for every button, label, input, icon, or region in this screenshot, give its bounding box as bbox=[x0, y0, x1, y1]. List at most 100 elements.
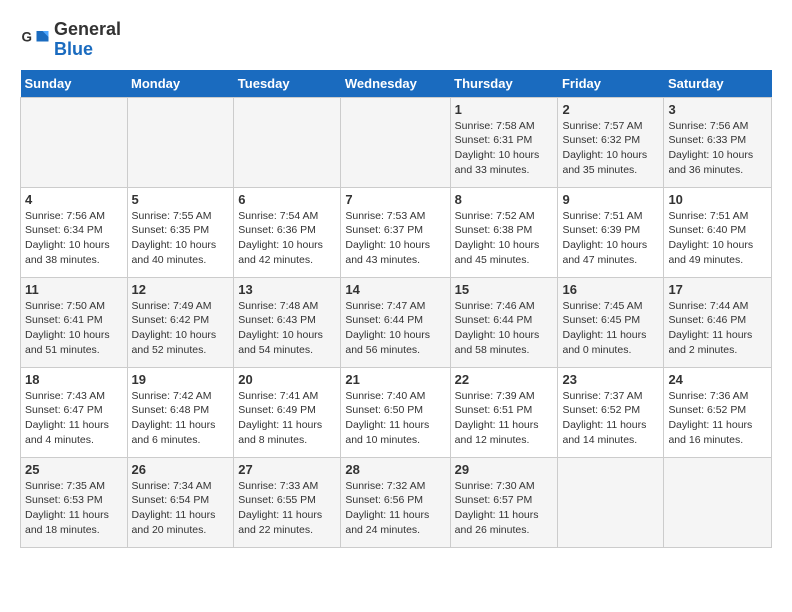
calendar-cell: 21 Sunrise: 7:40 AM Sunset: 6:50 PM Dayli… bbox=[341, 367, 450, 457]
week-row-4: 18 Sunrise: 7:43 AM Sunset: 6:47 PM Dayli… bbox=[21, 367, 772, 457]
day-info: Sunrise: 7:57 AM Sunset: 6:32 PM Dayligh… bbox=[562, 119, 659, 178]
day-number: 6 bbox=[238, 192, 336, 207]
logo-icon: G bbox=[20, 25, 50, 55]
day-info: Sunrise: 7:46 AM Sunset: 6:44 PM Dayligh… bbox=[455, 299, 554, 358]
day-info: Sunrise: 7:51 AM Sunset: 6:39 PM Dayligh… bbox=[562, 209, 659, 268]
calendar-cell: 15 Sunrise: 7:46 AM Sunset: 6:44 PM Dayli… bbox=[450, 277, 558, 367]
col-header-monday: Monday bbox=[127, 70, 234, 98]
day-number: 18 bbox=[25, 372, 123, 387]
day-info: Sunrise: 7:53 AM Sunset: 6:37 PM Dayligh… bbox=[345, 209, 445, 268]
calendar-cell: 9 Sunrise: 7:51 AM Sunset: 6:39 PM Daylig… bbox=[558, 187, 664, 277]
day-number: 5 bbox=[132, 192, 230, 207]
logo: G General Blue bbox=[20, 20, 121, 60]
day-info: Sunrise: 7:33 AM Sunset: 6:55 PM Dayligh… bbox=[238, 479, 336, 538]
calendar-cell: 13 Sunrise: 7:48 AM Sunset: 6:43 PM Dayli… bbox=[234, 277, 341, 367]
col-header-wednesday: Wednesday bbox=[341, 70, 450, 98]
day-info: Sunrise: 7:51 AM Sunset: 6:40 PM Dayligh… bbox=[668, 209, 767, 268]
calendar-cell: 10 Sunrise: 7:51 AM Sunset: 6:40 PM Dayli… bbox=[664, 187, 772, 277]
page-header: G General Blue bbox=[20, 20, 772, 60]
col-header-thursday: Thursday bbox=[450, 70, 558, 98]
day-info: Sunrise: 7:39 AM Sunset: 6:51 PM Dayligh… bbox=[455, 389, 554, 448]
calendar-cell: 17Sunrise: 7:44 AM Sunset: 6:46 PM Dayli… bbox=[664, 277, 772, 367]
calendar-cell: 23 Sunrise: 7:37 AM Sunset: 6:52 PM Dayli… bbox=[558, 367, 664, 457]
day-number: 19 bbox=[132, 372, 230, 387]
calendar-cell bbox=[234, 97, 341, 187]
day-info: Sunrise: 7:56 AM Sunset: 6:33 PM Dayligh… bbox=[668, 119, 767, 178]
col-header-sunday: Sunday bbox=[21, 70, 128, 98]
day-info: Sunrise: 7:34 AM Sunset: 6:54 PM Dayligh… bbox=[132, 479, 230, 538]
day-number: 1 bbox=[455, 102, 554, 117]
day-number: 16 bbox=[562, 282, 659, 297]
day-info: Sunrise: 7:43 AM Sunset: 6:47 PM Dayligh… bbox=[25, 389, 123, 448]
day-info: Sunrise: 7:36 AM Sunset: 6:52 PM Dayligh… bbox=[668, 389, 767, 448]
calendar-cell bbox=[127, 97, 234, 187]
day-number: 21 bbox=[345, 372, 445, 387]
day-number: 8 bbox=[455, 192, 554, 207]
day-number: 26 bbox=[132, 462, 230, 477]
day-info: Sunrise: 7:55 AM Sunset: 6:35 PM Dayligh… bbox=[132, 209, 230, 268]
col-header-tuesday: Tuesday bbox=[234, 70, 341, 98]
day-number: 22 bbox=[455, 372, 554, 387]
svg-text:G: G bbox=[22, 29, 33, 44]
calendar-cell: 5 Sunrise: 7:55 AM Sunset: 6:35 PM Daylig… bbox=[127, 187, 234, 277]
col-header-saturday: Saturday bbox=[664, 70, 772, 98]
calendar-cell: 18 Sunrise: 7:43 AM Sunset: 6:47 PM Dayli… bbox=[21, 367, 128, 457]
calendar-cell: 8 Sunrise: 7:52 AM Sunset: 6:38 PM Daylig… bbox=[450, 187, 558, 277]
day-info: Sunrise: 7:56 AM Sunset: 6:34 PM Dayligh… bbox=[25, 209, 123, 268]
day-number: 12 bbox=[132, 282, 230, 297]
day-number: 25 bbox=[25, 462, 123, 477]
calendar-cell: 7 Sunrise: 7:53 AM Sunset: 6:37 PM Daylig… bbox=[341, 187, 450, 277]
calendar-cell: 11Sunrise: 7:50 AM Sunset: 6:41 PM Dayli… bbox=[21, 277, 128, 367]
day-number: 20 bbox=[238, 372, 336, 387]
day-info: Sunrise: 7:52 AM Sunset: 6:38 PM Dayligh… bbox=[455, 209, 554, 268]
day-number: 29 bbox=[455, 462, 554, 477]
calendar-cell: 16 Sunrise: 7:45 AM Sunset: 6:45 PM Dayli… bbox=[558, 277, 664, 367]
col-header-friday: Friday bbox=[558, 70, 664, 98]
week-row-3: 11Sunrise: 7:50 AM Sunset: 6:41 PM Dayli… bbox=[21, 277, 772, 367]
calendar-cell: 28Sunrise: 7:32 AM Sunset: 6:56 PM Dayli… bbox=[341, 457, 450, 547]
calendar-cell: 14 Sunrise: 7:47 AM Sunset: 6:44 PM Dayli… bbox=[341, 277, 450, 367]
calendar-cell: 2 Sunrise: 7:57 AM Sunset: 6:32 PM Daylig… bbox=[558, 97, 664, 187]
day-number: 9 bbox=[562, 192, 659, 207]
calendar-cell: 1 Sunrise: 7:58 AM Sunset: 6:31 PM Daylig… bbox=[450, 97, 558, 187]
day-number: 24 bbox=[668, 372, 767, 387]
day-info: Sunrise: 7:58 AM Sunset: 6:31 PM Dayligh… bbox=[455, 119, 554, 178]
day-info: Sunrise: 7:35 AM Sunset: 6:53 PM Dayligh… bbox=[25, 479, 123, 538]
day-number: 14 bbox=[345, 282, 445, 297]
day-number: 27 bbox=[238, 462, 336, 477]
day-number: 4 bbox=[25, 192, 123, 207]
day-info: Sunrise: 7:44 AM Sunset: 6:46 PM Dayligh… bbox=[668, 299, 767, 358]
day-info: Sunrise: 7:42 AM Sunset: 6:48 PM Dayligh… bbox=[132, 389, 230, 448]
day-number: 2 bbox=[562, 102, 659, 117]
week-row-1: 1 Sunrise: 7:58 AM Sunset: 6:31 PM Daylig… bbox=[21, 97, 772, 187]
calendar-cell bbox=[664, 457, 772, 547]
day-info: Sunrise: 7:45 AM Sunset: 6:45 PM Dayligh… bbox=[562, 299, 659, 358]
day-info: Sunrise: 7:48 AM Sunset: 6:43 PM Dayligh… bbox=[238, 299, 336, 358]
day-info: Sunrise: 7:47 AM Sunset: 6:44 PM Dayligh… bbox=[345, 299, 445, 358]
day-number: 15 bbox=[455, 282, 554, 297]
day-info: Sunrise: 7:40 AM Sunset: 6:50 PM Dayligh… bbox=[345, 389, 445, 448]
day-info: Sunrise: 7:49 AM Sunset: 6:42 PM Dayligh… bbox=[132, 299, 230, 358]
day-info: Sunrise: 7:50 AM Sunset: 6:41 PM Dayligh… bbox=[25, 299, 123, 358]
calendar-cell: 24 Sunrise: 7:36 AM Sunset: 6:52 PM Dayli… bbox=[664, 367, 772, 457]
day-info: Sunrise: 7:30 AM Sunset: 6:57 PM Dayligh… bbox=[455, 479, 554, 538]
calendar-cell bbox=[341, 97, 450, 187]
calendar-cell: 26 Sunrise: 7:34 AM Sunset: 6:54 PM Dayli… bbox=[127, 457, 234, 547]
calendar-table: SundayMondayTuesdayWednesdayThursdayFrid… bbox=[20, 70, 772, 548]
calendar-cell: 29 Sunrise: 7:30 AM Sunset: 6:57 PM Dayli… bbox=[450, 457, 558, 547]
week-row-5: 25 Sunrise: 7:35 AM Sunset: 6:53 PM Dayli… bbox=[21, 457, 772, 547]
day-info: Sunrise: 7:37 AM Sunset: 6:52 PM Dayligh… bbox=[562, 389, 659, 448]
day-number: 7 bbox=[345, 192, 445, 207]
week-row-2: 4 Sunrise: 7:56 AM Sunset: 6:34 PM Daylig… bbox=[21, 187, 772, 277]
calendar-cell: 4 Sunrise: 7:56 AM Sunset: 6:34 PM Daylig… bbox=[21, 187, 128, 277]
day-number: 13 bbox=[238, 282, 336, 297]
calendar-cell: 3 Sunrise: 7:56 AM Sunset: 6:33 PM Daylig… bbox=[664, 97, 772, 187]
calendar-cell: 6Sunrise: 7:54 AM Sunset: 6:36 PM Daylig… bbox=[234, 187, 341, 277]
calendar-cell bbox=[558, 457, 664, 547]
day-number: 3 bbox=[668, 102, 767, 117]
day-number: 23 bbox=[562, 372, 659, 387]
calendar-cell: 12 Sunrise: 7:49 AM Sunset: 6:42 PM Dayli… bbox=[127, 277, 234, 367]
calendar-cell: 22 Sunrise: 7:39 AM Sunset: 6:51 PM Dayli… bbox=[450, 367, 558, 457]
day-number: 10 bbox=[668, 192, 767, 207]
calendar-cell: 27 Sunrise: 7:33 AM Sunset: 6:55 PM Dayli… bbox=[234, 457, 341, 547]
